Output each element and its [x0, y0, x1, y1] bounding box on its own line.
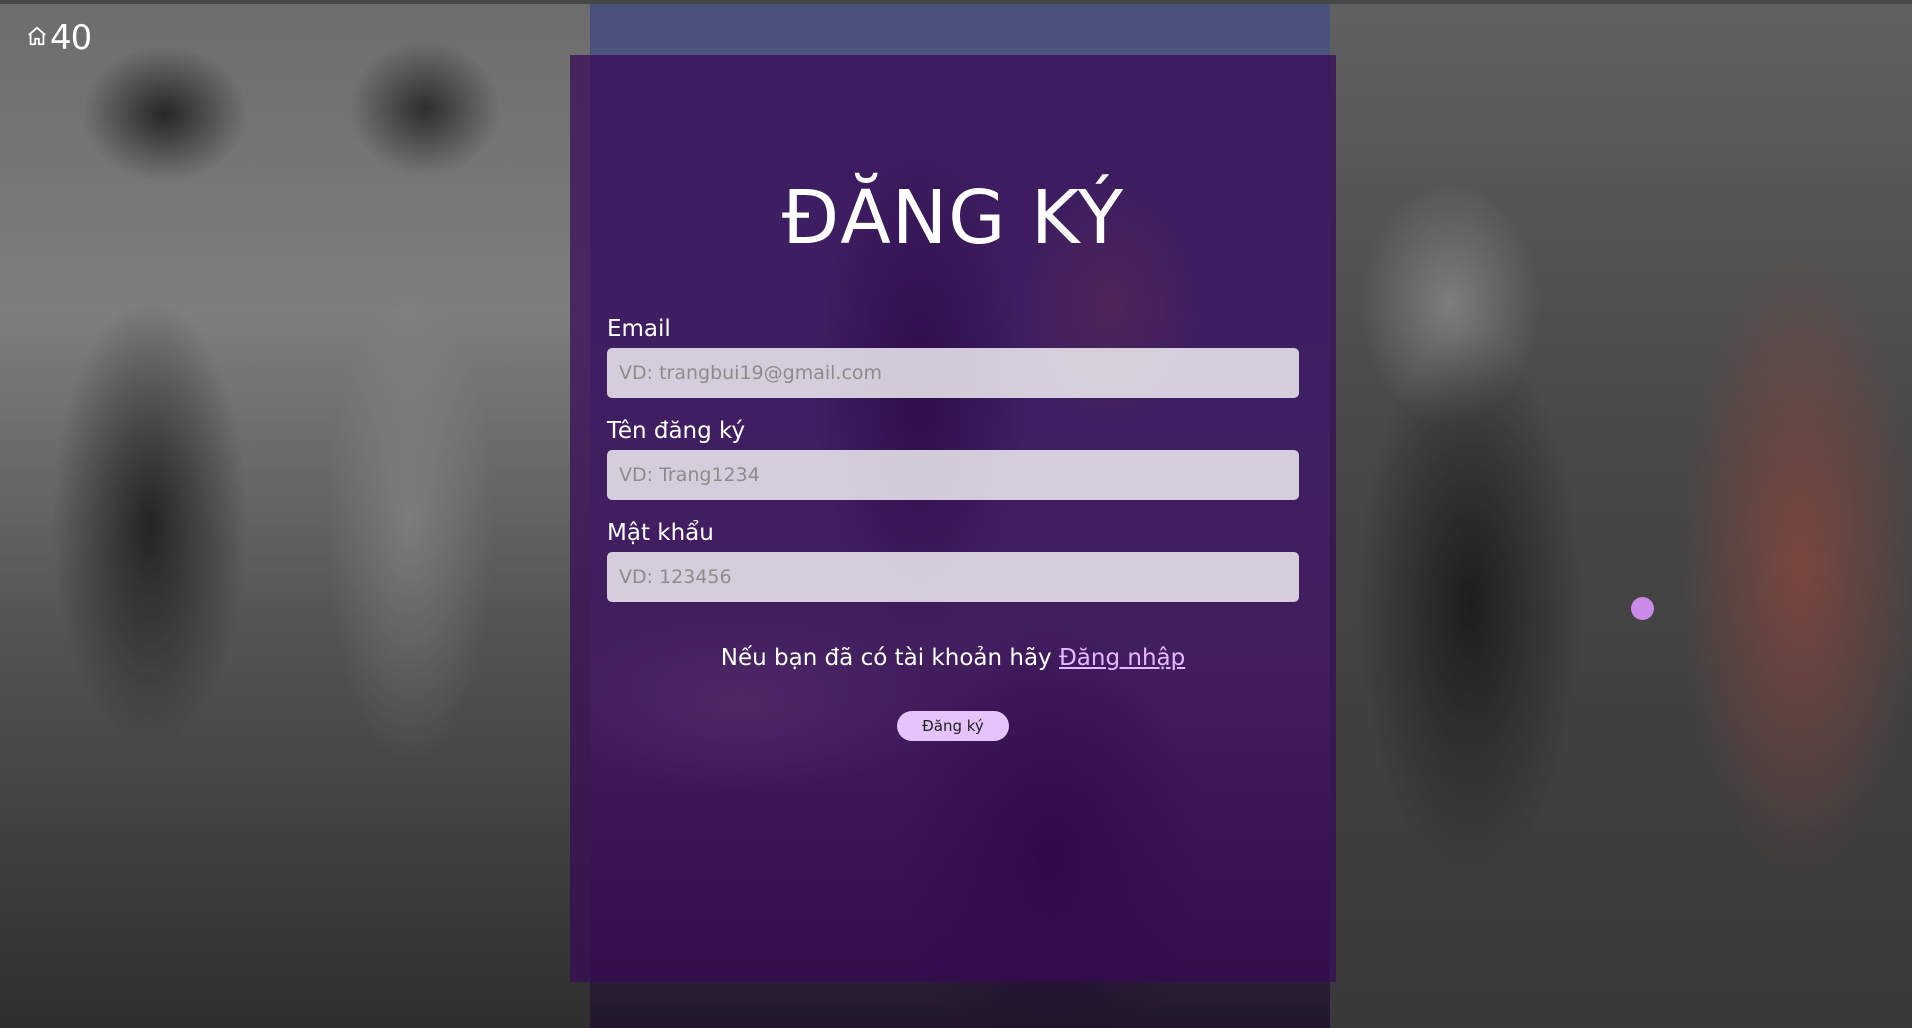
email-label: Email	[607, 316, 671, 342]
email-field[interactable]	[607, 348, 1299, 398]
logo-text: 40	[50, 18, 92, 58]
login-prompt: Nếu bạn đã có tài khoản hãy Đăng nhập	[570, 641, 1336, 675]
signup-page: 40 ĐĂNG KÝ Email Tên đăng ký Mật khẩu Nế…	[0, 0, 1912, 1028]
login-prompt-text: Nếu bạn đã có tài khoản hãy	[720, 645, 1059, 671]
cursor-indicator	[1631, 597, 1654, 620]
login-link[interactable]: Đăng nhập	[1059, 645, 1185, 671]
username-field[interactable]	[607, 450, 1299, 500]
password-label: Mật khẩu	[607, 520, 714, 546]
site-logo[interactable]: 40	[26, 18, 92, 58]
page-title: ĐĂNG KÝ	[781, 175, 1125, 261]
signup-card: ĐĂNG KÝ Email Tên đăng ký Mật khẩu Nếu b…	[570, 55, 1336, 982]
password-field[interactable]	[607, 552, 1299, 602]
signup-button[interactable]: Đăng ký	[897, 711, 1009, 741]
home-icon	[26, 25, 50, 51]
username-label: Tên đăng ký	[607, 418, 746, 444]
